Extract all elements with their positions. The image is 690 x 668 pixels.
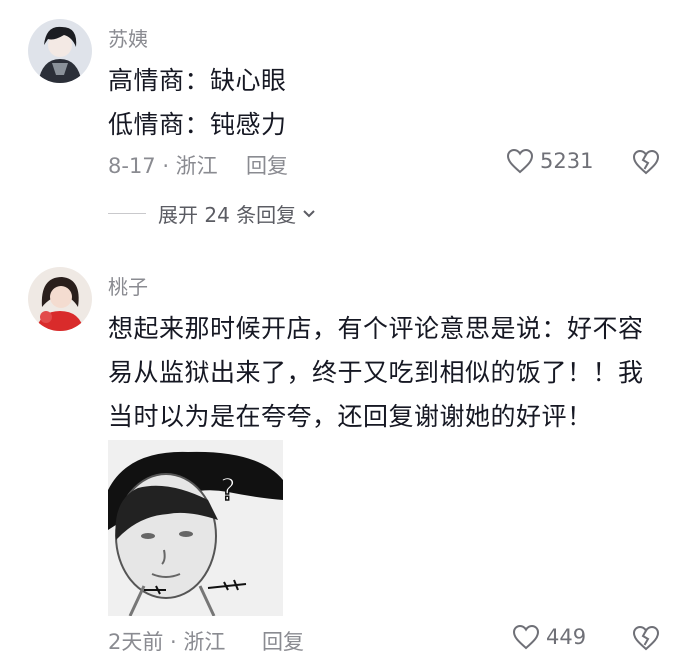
comment-text-line: 低情商：钝感力: [108, 110, 287, 139]
like-count: 5231: [540, 149, 594, 173]
comment-item: 苏姨 高情商：缺心眼 低情商：钝感力 8-17 · 浙江 回复 5231 展开 …: [0, 0, 690, 240]
username[interactable]: 苏姨: [108, 23, 148, 52]
dislike-button[interactable]: [632, 149, 660, 179]
heart-outline-icon: [506, 148, 534, 174]
comment-item: 桃子 想起来那时候开店，有个评论意思是说：好不容 易从监狱出来了，终于又吃到相似…: [0, 240, 690, 668]
comment-text-line: 想起来那时候开店，有个评论意思是说：好不容: [108, 314, 644, 343]
comment-meta: 2天前 · 浙江: [108, 630, 226, 654]
sticker-question-mark: ?: [220, 473, 236, 508]
chevron-down-icon: [303, 209, 315, 217]
broken-heart-icon: [632, 149, 660, 175]
avatar[interactable]: [28, 267, 92, 331]
expand-replies-button[interactable]: 展开 24 条回复: [108, 199, 316, 228]
comment-text-line: 当时以为是在夸夸，还回复谢谢她的好评！: [108, 402, 593, 431]
comment-text-line: 易从监狱出来了，终于又吃到相似的饭了！！我: [108, 358, 644, 387]
heart-outline-icon: [512, 624, 540, 650]
expand-replies-label: 展开 24 条回复: [158, 203, 297, 227]
sticker-image[interactable]: ?: [108, 440, 283, 616]
reply-button[interactable]: 回复: [246, 150, 288, 180]
like-button[interactable]: 5231: [506, 148, 593, 174]
username[interactable]: 桃子: [108, 271, 148, 300]
comment-text-line: 高情商：缺心眼: [108, 66, 287, 95]
dislike-button[interactable]: [632, 625, 660, 655]
like-count: 449: [546, 625, 587, 649]
like-button[interactable]: 449: [512, 624, 586, 650]
comment-meta: 8-17 · 浙江: [108, 154, 218, 178]
divider: [108, 213, 146, 214]
reply-button[interactable]: 回复: [262, 626, 304, 656]
avatar[interactable]: [28, 19, 92, 83]
broken-heart-icon: [632, 625, 660, 651]
